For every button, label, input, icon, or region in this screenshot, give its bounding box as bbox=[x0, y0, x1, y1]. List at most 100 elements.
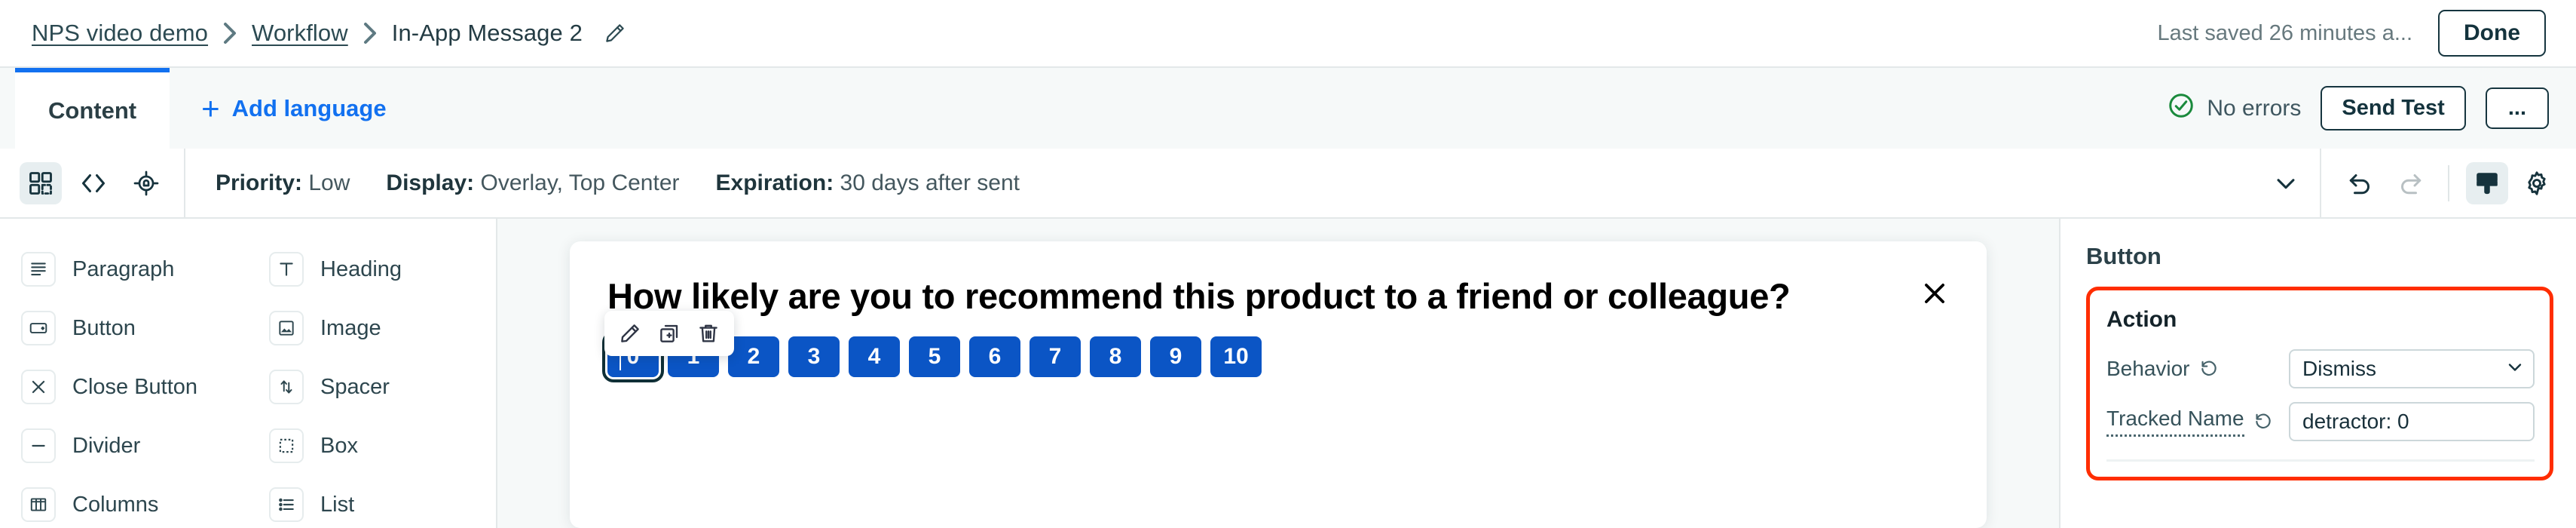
close-x-icon bbox=[21, 370, 56, 404]
block-item-box[interactable]: Box bbox=[248, 416, 496, 475]
editor-toolbar: Priority: Low Display: Overlay, Top Cent… bbox=[0, 148, 2576, 219]
block-label: Image bbox=[320, 315, 381, 340]
undo-icon[interactable] bbox=[2339, 162, 2382, 204]
view-mode-group bbox=[0, 149, 184, 217]
block-label: List bbox=[320, 492, 355, 517]
saved-status: Last saved 26 minutes a... bbox=[2157, 20, 2412, 45]
panel-title: Button bbox=[2086, 243, 2161, 269]
message-meta: Priority: Low Display: Overlay, Top Cent… bbox=[185, 170, 1020, 196]
toolbar-right-group bbox=[2252, 148, 2576, 218]
columns-icon bbox=[21, 487, 56, 522]
block-label: Spacer bbox=[320, 374, 390, 399]
pencil-edit-icon[interactable] bbox=[613, 317, 647, 350]
rating-button[interactable]: 4 bbox=[849, 336, 900, 377]
done-button[interactable]: Done bbox=[2438, 10, 2546, 57]
block-item-divider[interactable]: Divider bbox=[0, 416, 248, 475]
tracked-name-label-text: Tracked Name bbox=[2106, 407, 2244, 437]
meta-display-value: Overlay, Top Center bbox=[480, 170, 680, 195]
meta-priority[interactable]: Priority: Low bbox=[216, 170, 350, 196]
reset-icon[interactable] bbox=[2199, 359, 2219, 379]
dashed-box-icon bbox=[269, 428, 304, 463]
panel-divider bbox=[2106, 459, 2535, 462]
block-label: Divider bbox=[72, 433, 141, 458]
action-section-title: Action bbox=[2106, 307, 2177, 332]
behavior-select[interactable]: Dismiss bbox=[2289, 349, 2535, 388]
rating-button[interactable]: 8 bbox=[1090, 336, 1141, 377]
image-icon bbox=[269, 311, 304, 345]
list-icon bbox=[269, 487, 304, 522]
rating-button[interactable]: 9 bbox=[1150, 336, 1201, 377]
rating-button[interactable]: 7 bbox=[1029, 336, 1081, 377]
rating-button[interactable]: 6 bbox=[969, 336, 1020, 377]
pencil-icon[interactable] bbox=[604, 22, 626, 45]
message-title[interactable]: How likely are you to recommend this pro… bbox=[607, 275, 1920, 318]
meta-expiration[interactable]: Expiration: 30 days after sent bbox=[716, 170, 1020, 196]
message-header-row: How likely are you to recommend this pro… bbox=[607, 275, 1949, 318]
block-label: Box bbox=[320, 433, 358, 458]
chevron-right-icon bbox=[208, 18, 252, 48]
block-label: Columns bbox=[72, 492, 159, 517]
block-item-list[interactable]: List bbox=[248, 475, 496, 528]
chevron-down-icon[interactable] bbox=[2252, 148, 2320, 218]
code-icon[interactable] bbox=[72, 162, 115, 204]
block-item-paragraph[interactable]: Paragraph bbox=[0, 240, 248, 299]
block-item-button[interactable]: Button bbox=[0, 299, 248, 358]
rating-button[interactable]: 10 bbox=[1210, 336, 1262, 377]
block-label: Paragraph bbox=[72, 256, 175, 281]
meta-display-label: Display: bbox=[386, 170, 475, 195]
divider-line-icon bbox=[21, 428, 56, 463]
toolbar-divider bbox=[2448, 164, 2449, 201]
breadcrumb-item-current: In-App Message 2 bbox=[391, 20, 583, 46]
target-icon[interactable] bbox=[125, 162, 167, 204]
reset-icon[interactable] bbox=[2253, 412, 2273, 431]
block-label: Close Button bbox=[72, 374, 198, 399]
block-label: Heading bbox=[320, 256, 402, 281]
history-group bbox=[2321, 161, 2576, 204]
duplicate-icon[interactable] bbox=[653, 317, 686, 350]
tab-content[interactable]: Content bbox=[15, 68, 170, 149]
meta-priority-label: Priority: bbox=[216, 170, 303, 195]
behavior-select-wrap: Dismiss bbox=[2289, 349, 2535, 388]
overflow-menu-button[interactable]: ... bbox=[2485, 87, 2549, 129]
button-icon bbox=[21, 311, 56, 345]
behavior-field-row: Behavior Dismiss bbox=[2106, 349, 2535, 388]
status-label: No errors bbox=[2207, 95, 2302, 121]
redo-icon[interactable] bbox=[2389, 162, 2431, 204]
tracked-name-input[interactable] bbox=[2289, 402, 2535, 441]
blocks-grid-icon[interactable] bbox=[20, 161, 62, 204]
add-language-button[interactable]: + Add language bbox=[201, 90, 387, 126]
meta-priority-value: Low bbox=[308, 170, 350, 195]
block-item-close-button[interactable]: Close Button bbox=[0, 358, 248, 416]
block-item-image[interactable]: Image bbox=[248, 299, 496, 358]
block-label: Button bbox=[72, 315, 136, 340]
add-language-label: Add language bbox=[231, 94, 387, 121]
block-item-spacer[interactable]: Spacer bbox=[248, 358, 496, 416]
heading-text-icon bbox=[269, 252, 304, 287]
send-test-button[interactable]: Send Test bbox=[2321, 86, 2466, 130]
message-canvas: How likely are you to recommend this pro… bbox=[497, 219, 2059, 528]
rating-button[interactable]: 3 bbox=[788, 336, 840, 377]
in-app-message-card: How likely are you to recommend this pro… bbox=[570, 241, 1987, 528]
action-section-annotation: Action Behavior Dismiss Tracked Name det… bbox=[2086, 287, 2553, 480]
meta-display[interactable]: Display: Overlay, Top Center bbox=[386, 170, 679, 196]
block-item-columns[interactable]: Columns bbox=[0, 475, 248, 528]
rating-buttons-row: 0 1 2 3 4 5 6 7 8 9 10 bbox=[602, 330, 1949, 382]
trash-delete-icon[interactable] bbox=[692, 317, 725, 350]
paint-brush-icon[interactable] bbox=[2466, 161, 2508, 204]
gear-icon[interactable] bbox=[2516, 162, 2558, 204]
block-float-toolbar bbox=[604, 311, 734, 356]
close-x-icon[interactable] bbox=[1920, 275, 1949, 312]
properties-panel: Button Action Behavior Dismiss Tracked N… bbox=[2059, 219, 2576, 528]
breadcrumb: NPS video demo Workflow In-App Message 2 bbox=[32, 18, 626, 48]
meta-expiration-value: 30 days after sent bbox=[840, 170, 1020, 195]
breadcrumb-item-project[interactable]: NPS video demo bbox=[32, 20, 208, 47]
block-item-heading[interactable]: Heading bbox=[248, 240, 496, 299]
plus-icon: + bbox=[201, 90, 220, 126]
check-circle-icon bbox=[2168, 92, 2195, 125]
behavior-label: Behavior bbox=[2106, 357, 2289, 381]
blocks-panel: Paragraph Heading Button Image Close But… bbox=[0, 219, 497, 528]
breadcrumb-item-workflow[interactable]: Workflow bbox=[252, 20, 348, 47]
rating-button[interactable]: 5 bbox=[909, 336, 960, 377]
meta-expiration-label: Expiration: bbox=[715, 170, 834, 195]
rating-button[interactable]: 2 bbox=[728, 336, 779, 377]
